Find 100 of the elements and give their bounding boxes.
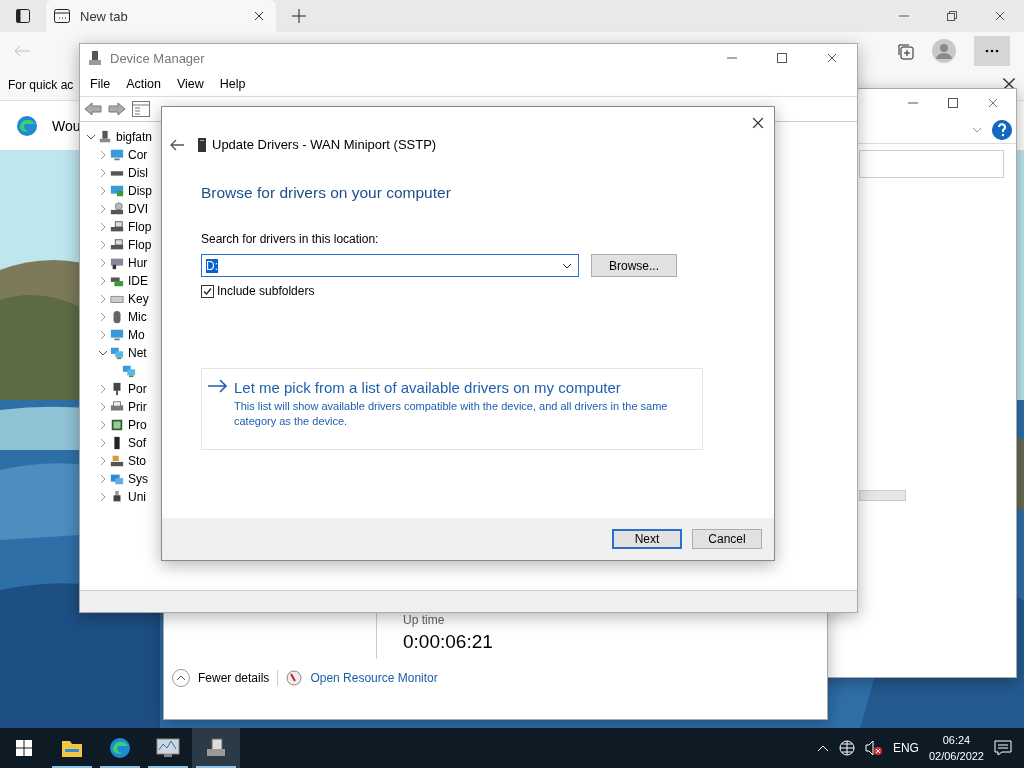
windows-logo-icon[interactable] [16,740,32,756]
expand-chevron-icon[interactable] [98,330,108,340]
tree-item[interactable]: DVI [128,202,148,216]
close-icon[interactable] [995,11,1005,21]
uptime-label: Up time [403,613,446,627]
close-icon[interactable] [827,53,837,63]
scroll-bar[interactable] [859,490,906,501]
expand-chevron-icon[interactable] [98,258,108,268]
expand-chevron-icon[interactable] [98,186,108,196]
chevron-icon[interactable] [972,127,982,133]
maximize-icon[interactable] [777,53,787,63]
checkbox[interactable] [201,284,214,298]
language-indicator[interactable]: ENG [892,741,919,755]
drive-icon [110,202,124,216]
tower-icon [198,137,206,152]
monitor-chart-icon[interactable] [156,738,180,758]
expand-chevron-icon[interactable] [98,402,108,412]
globe-icon[interactable] [838,740,855,756]
tree-item[interactable]: Key [128,292,149,306]
clock[interactable]: 06:24 02/06/2022 [928,732,984,764]
right-arrow-icon [208,379,228,393]
dialog-button[interactable]: Next [612,529,682,549]
sidebar-icon[interactable] [16,9,30,23]
expand-chevron-icon[interactable] [98,240,108,250]
tree-item[interactable]: Net [128,346,147,360]
tree-item[interactable]: Prir [128,400,147,414]
tree-item[interactable]: bigfatn [116,130,153,144]
expand-chevron-icon[interactable] [98,150,108,160]
expand-chevron-icon[interactable] [98,384,108,394]
edge-logo-icon[interactable] [109,737,131,759]
browser-tab[interactable]: New tab [46,0,276,32]
expand-chevron-icon[interactable] [98,492,108,502]
restore-icon[interactable] [947,11,957,21]
expand-chevron-icon[interactable] [98,222,108,232]
expand-chevron-icon[interactable] [98,294,108,304]
tree-item[interactable]: Por [128,382,147,396]
back-arrow-icon[interactable] [170,138,184,151]
option-title[interactable]: Let me pick from a list of available drivers on my computer [234,379,674,396]
printer-icon [110,400,124,414]
pick-option[interactable]: Let me pick from a list of available drivers on my computer This list will show available drivers compatible with the device, and all drivers in the same category as the device. [201,368,703,450]
expand-chevron-icon[interactable] [98,168,108,178]
expand-chevron-icon[interactable] [98,438,108,448]
collapse-chevron-icon[interactable] [98,348,108,358]
muted-speaker-icon[interactable] [864,740,883,756]
monitor-icon [110,328,124,342]
tree-item[interactable]: Disp [128,184,152,198]
tree-item[interactable]: Uni [128,490,146,504]
expand-chevron-icon[interactable] [98,312,108,322]
tree-item[interactable]: Sys [128,472,148,486]
dialog-button[interactable]: Cancel [692,529,762,549]
avatar-icon[interactable] [932,39,956,63]
drive-icon [110,220,124,234]
tree-item[interactable]: Disl [128,166,148,180]
menu-item[interactable]: Action [118,77,169,91]
tree-item[interactable]: Pro [128,418,147,432]
address-field[interactable] [859,150,1004,178]
checkbox-label[interactable]: Include subfolders [217,284,315,298]
close-icon[interactable] [752,117,764,129]
uptime-value: 0:00:06:21 [403,631,493,653]
collapse-icon[interactable] [172,669,190,687]
expand-chevron-icon[interactable] [98,456,108,466]
menu-item[interactable]: File [82,77,119,91]
resource-monitor-link[interactable]: Open Resource Monitor [310,671,438,685]
close-tab-icon[interactable] [254,11,264,21]
menu-item[interactable]: Help [211,77,254,91]
collapse-chevron-icon[interactable] [86,132,96,142]
forward-arrow-icon[interactable] [108,102,126,116]
chevron-up-icon[interactable] [816,744,829,752]
location-label: Search for drivers in this location: [201,232,380,246]
folder-icon[interactable] [61,738,83,758]
tree-item[interactable]: IDE [128,274,148,288]
expand-chevron-icon[interactable] [98,474,108,484]
close-icon[interactable] [1002,76,1016,91]
menu-item[interactable]: View [168,77,212,91]
back-arrow-icon[interactable] [84,102,102,116]
printer-device-icon[interactable] [205,738,227,758]
notification-icon[interactable] [994,740,1012,756]
help-icon[interactable] [992,120,1012,140]
fewer-details-link[interactable]: Fewer details [198,671,270,685]
collections-icon[interactable] [896,42,914,60]
plus-icon[interactable] [292,9,306,23]
maximize-icon[interactable] [948,98,958,108]
tree-item[interactable]: Cor [128,148,148,162]
drive-icon [110,454,124,468]
tree-item[interactable]: Mic [128,310,147,324]
monitor-icon [110,148,124,162]
dropdown-chevron-icon[interactable] [562,262,572,269]
expand-chevron-icon[interactable] [98,204,108,214]
tree-item[interactable]: Flop [128,238,152,252]
device-manager-icon [88,50,102,66]
properties-icon[interactable] [132,101,150,117]
tree-item[interactable]: Sto [128,454,146,468]
tree-item[interactable]: Hur [128,256,148,270]
location-combo[interactable]: D: [201,254,579,277]
tree-item[interactable]: Flop [128,220,152,234]
browse-button[interactable]: Browse... [591,254,677,277]
expand-chevron-icon[interactable] [98,276,108,286]
tree-item[interactable]: Mo [128,328,145,342]
tree-item[interactable]: Sof [128,436,146,450]
expand-chevron-icon[interactable] [98,420,108,430]
